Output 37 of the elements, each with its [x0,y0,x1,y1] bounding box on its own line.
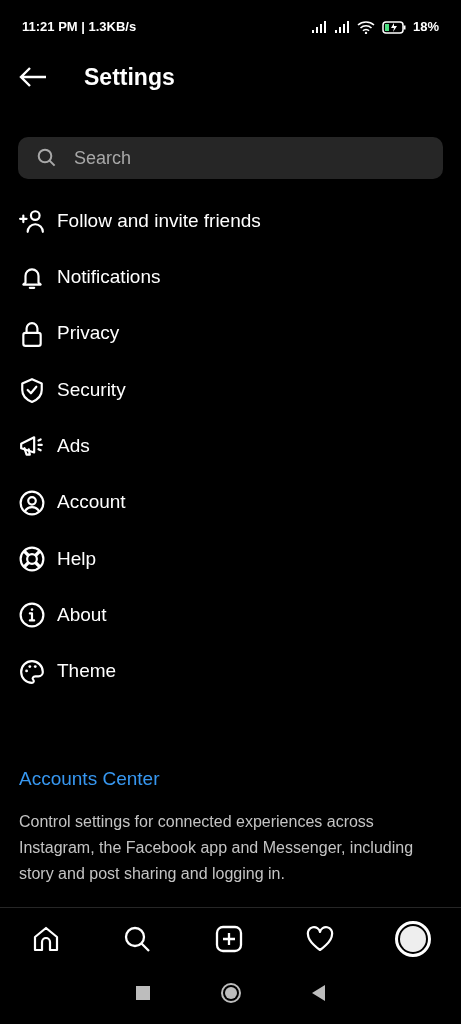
back-button[interactable] [311,985,326,1002]
home-button[interactable] [220,983,241,1004]
settings-menu-item[interactable]: Theme [0,643,461,700]
wifi-icon [356,20,375,34]
page-title: Settings [84,62,175,92]
home-icon [32,924,60,953]
back-arrow-icon [19,67,47,87]
lifebuoy-icon [19,545,45,572]
palette-icon [19,658,45,685]
settings-menu-item[interactable]: Security [0,361,461,419]
padlock-icon [19,320,45,347]
signal-icon [333,21,350,33]
add-person-icon [19,208,45,235]
recents-button[interactable] [135,986,150,1001]
settings-menu-item[interactable]: Ads [0,418,461,475]
status-time: 11:21 PM | 1.3KB/s [22,18,137,37]
settings-menu-item[interactable]: Follow and invite friends [0,193,461,250]
settings-menu-item[interactable]: Notifications [0,249,461,306]
settings-menu-item[interactable]: Help [0,530,461,588]
profile-avatar [400,925,426,952]
signal-icon [310,21,327,33]
search-field[interactable]: Search [18,137,443,179]
accounts-center-description: Control settings for connected experiences across Instagram, the Facebook app and Messenger, including story and post sharing and logging in. [19,812,415,885]
profile-tab[interactable] [395,920,431,957]
person-circle-icon [19,489,45,516]
shield-check-icon [19,377,45,404]
settings-menu-item[interactable]: Account [0,474,461,531]
info-circle-icon [19,602,45,629]
accounts-center-link[interactable]: Accounts Center [19,764,442,794]
search-icon [37,148,56,167]
plus-square-icon [214,924,243,953]
settings-menu-item[interactable]: Privacy [0,305,461,362]
settings-menu-item[interactable]: About [0,587,461,644]
search-icon [123,924,152,953]
battery-percentage: 18% [412,18,439,37]
battery-charging-icon [381,20,406,34]
heart-icon [305,925,334,952]
